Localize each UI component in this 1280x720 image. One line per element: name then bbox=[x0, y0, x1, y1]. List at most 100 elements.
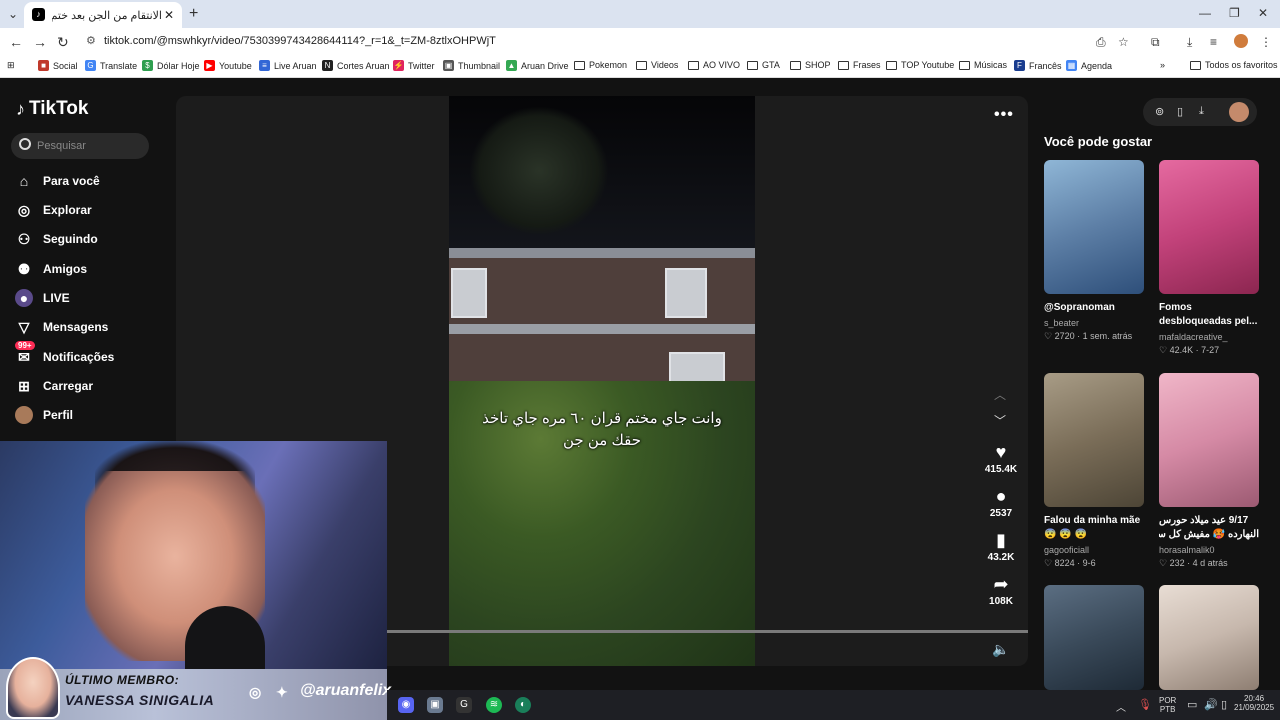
bookmark-ao-vivo[interactable]: AO VIVO bbox=[688, 60, 740, 70]
bookmark-dolar-hoje[interactable]: $ Dólar Hoje bbox=[142, 60, 200, 71]
gamebar-icon[interactable]: G bbox=[456, 697, 472, 713]
comment-button[interactable]: ● 2537 bbox=[974, 486, 1028, 519]
bookmark-musicas[interactable]: Músicas bbox=[959, 60, 1007, 70]
mic-tray-icon[interactable]: 🎙 bbox=[1138, 698, 1152, 711]
reload-icon[interactable]: ↻ bbox=[57, 34, 69, 51]
bookmark-live-aruan[interactable]: ≡ Live Aruan bbox=[259, 60, 317, 71]
window-close-icon[interactable]: ✕ bbox=[1258, 6, 1268, 20]
nav-explorar[interactable]: ◎ Explorar bbox=[15, 199, 92, 221]
camera-app-icon[interactable]: ▣ bbox=[427, 697, 443, 713]
youtube-icon: ▶ bbox=[204, 60, 215, 71]
forward-icon[interactable]: → bbox=[33, 34, 47, 50]
bookmark-frances[interactable]: F Francês bbox=[1014, 60, 1062, 71]
coins-icon[interactable]: ⊚ bbox=[1155, 105, 1164, 118]
restore-icon[interactable]: ❐ bbox=[1229, 6, 1240, 20]
rec-video-card[interactable] bbox=[1044, 585, 1144, 690]
rec-thumbnail[interactable] bbox=[1159, 585, 1259, 690]
bookmark-pokemon[interactable]: Pokemon bbox=[574, 60, 627, 70]
profile-avatar-icon[interactable] bbox=[1234, 34, 1248, 48]
install-app-icon[interactable]: ⎙ bbox=[1096, 35, 1106, 50]
rec-video-card[interactable]: Fomos desbloqueadas pel... mafaldacreati… bbox=[1159, 160, 1259, 356]
device-icon[interactable]: ▯ bbox=[1177, 105, 1183, 118]
tab-search-icon[interactable]: ⌄ bbox=[8, 7, 18, 21]
site-info-icon[interactable]: ⚙ bbox=[86, 34, 96, 47]
nav-amigos[interactable]: ⚉ Amigos bbox=[15, 258, 87, 280]
chrome-icon[interactable]: ◐ bbox=[515, 697, 531, 713]
rec-video-card[interactable]: 9/17 عيد ميلاد حورس النهارده 🥵 مفيش كل س… bbox=[1159, 373, 1259, 569]
language-indicator[interactable]: POR PTB bbox=[1159, 696, 1176, 714]
rec-title-line2: 😨 😨 😨 bbox=[1044, 529, 1087, 540]
rec-user[interactable]: gagooficiall bbox=[1044, 545, 1144, 555]
battery-icon[interactable]: ▯ bbox=[1221, 698, 1227, 711]
like-button[interactable]: ♥ 415.4K bbox=[974, 442, 1028, 475]
minimize-icon[interactable]: — bbox=[1199, 6, 1211, 20]
video-frame[interactable]: وانت جاي مختم قران ٦٠ مره جاي تاخذ حقك م… bbox=[449, 96, 755, 666]
nav-seguindo[interactable]: ⚇ Seguindo bbox=[15, 228, 98, 250]
rec-thumbnail[interactable] bbox=[1159, 373, 1259, 507]
rec-thumbnail[interactable] bbox=[1044, 160, 1144, 294]
rec-user[interactable]: s_beater bbox=[1044, 318, 1144, 328]
video-progress-bar[interactable] bbox=[386, 630, 1028, 633]
nav-mensagens[interactable]: ▽ Mensagens bbox=[15, 316, 109, 338]
bookmark-top-youtube[interactable]: TOP Youtube bbox=[886, 60, 954, 70]
bookmark-thumbnail[interactable]: ▣ Thumbnail bbox=[443, 60, 500, 71]
next-video-icon[interactable]: ﹀ bbox=[994, 412, 1006, 429]
bookmark-social[interactable]: ■ Social bbox=[38, 60, 78, 71]
discord-icon[interactable]: ◉ bbox=[398, 697, 414, 713]
bookmark-translate[interactable]: G Translate bbox=[85, 60, 137, 71]
bookmark-youtube[interactable]: ▶ Youtube bbox=[204, 60, 252, 71]
nav-para-voce[interactable]: ⌂ Para você bbox=[15, 170, 100, 192]
rec-video-card[interactable]: Falou da minha mãe 😨 😨 😨 gagooficiall ♡ … bbox=[1044, 373, 1144, 569]
tree-silhouette bbox=[469, 106, 609, 236]
spotify-icon[interactable]: ≋ bbox=[486, 697, 502, 713]
browser-tab-active[interactable]: ♪ الانتقام من الجن بعد ختم القر... ✕ bbox=[24, 2, 182, 28]
nav-notificacoes[interactable]: ✉ 99+ Notificações bbox=[15, 341, 114, 368]
rec-user[interactable]: mafaldacreative_ bbox=[1159, 332, 1259, 342]
more-options-icon[interactable]: ••• bbox=[994, 106, 1014, 124]
bookmark-cortes-aruan[interactable]: N Cortes Aruan bbox=[322, 60, 390, 71]
bookmark-aruan-drive[interactable]: ▲ Aruan Drive bbox=[506, 60, 569, 71]
volume-icon[interactable]: 🔈 bbox=[992, 641, 1009, 658]
new-tab-button[interactable]: + bbox=[189, 5, 198, 23]
downloads-icon[interactable]: ⤓ bbox=[1187, 35, 1192, 50]
bookmark-gta[interactable]: GTA bbox=[747, 60, 780, 70]
apps-icon[interactable]: ⊞ bbox=[7, 60, 15, 71]
bookmark-all-favorites[interactable]: Todos os favoritos bbox=[1190, 60, 1278, 70]
tab-close-icon[interactable]: ✕ bbox=[164, 8, 174, 22]
search-input[interactable]: Pesquisar bbox=[11, 133, 149, 159]
rec-thumbnail[interactable] bbox=[1044, 373, 1144, 507]
rec-video-card[interactable]: @Sopranoman s_beater ♡ 2720 · 1 sem. atr… bbox=[1044, 160, 1144, 342]
nav-carregar[interactable]: ⊞ Carregar bbox=[15, 375, 93, 397]
nav-live[interactable]: ● LIVE bbox=[15, 287, 70, 309]
bookmark-frases[interactable]: Frases bbox=[838, 60, 881, 70]
rec-thumbnail[interactable] bbox=[1159, 160, 1259, 294]
bookmark-shop[interactable]: SHOP bbox=[790, 60, 831, 70]
tiktok-favicon-icon: ♪ bbox=[32, 8, 45, 21]
extensions-icon[interactable]: ⧉ bbox=[1151, 35, 1160, 50]
volume-tray-icon[interactable]: 🔊 bbox=[1204, 698, 1218, 711]
bookmark-videos[interactable]: Videos bbox=[636, 60, 678, 70]
download-icon[interactable]: ⤓ bbox=[1199, 105, 1204, 118]
clock[interactable]: 20:46 21/09/2025 bbox=[1234, 694, 1274, 712]
address-bar[interactable]: ⚙ tiktok.com/@mswhkyr/video/753039974342… bbox=[80, 31, 1140, 53]
share-button[interactable]: ➦ 108K bbox=[974, 574, 1028, 607]
media-control-icon[interactable]: ≡ bbox=[1210, 35, 1217, 49]
bookmarks-overflow-icon[interactable]: » bbox=[1160, 60, 1165, 70]
bookmark-star-icon[interactable]: ☆ bbox=[1118, 35, 1129, 49]
tiktok-logo[interactable]: ♪ TikTok bbox=[16, 98, 88, 120]
nav-perfil[interactable]: Perfil bbox=[15, 404, 73, 426]
user-avatar[interactable] bbox=[1229, 102, 1249, 122]
tray-chevron-icon[interactable]: ︿ bbox=[1116, 699, 1126, 714]
rec-user[interactable]: horasalmalik0 bbox=[1159, 545, 1259, 555]
network-icon[interactable]: ▭ bbox=[1187, 698, 1197, 711]
rec-video-card[interactable] bbox=[1159, 585, 1259, 690]
thumbnail-icon: ▣ bbox=[443, 60, 454, 71]
bookmark-icon: ▮ bbox=[996, 530, 1006, 550]
rec-thumbnail[interactable] bbox=[1044, 585, 1144, 690]
previous-video-icon[interactable]: ︿ bbox=[994, 386, 1006, 403]
menu-icon[interactable]: ⋮ bbox=[1260, 35, 1272, 49]
bookmark-twitter[interactable]: ⚡ Twitter bbox=[393, 60, 435, 71]
bookmark-agenda[interactable]: ▦ Agenda bbox=[1066, 60, 1112, 71]
back-icon[interactable]: ← bbox=[9, 34, 23, 50]
save-button[interactable]: ▮ 43.2K bbox=[974, 530, 1028, 563]
